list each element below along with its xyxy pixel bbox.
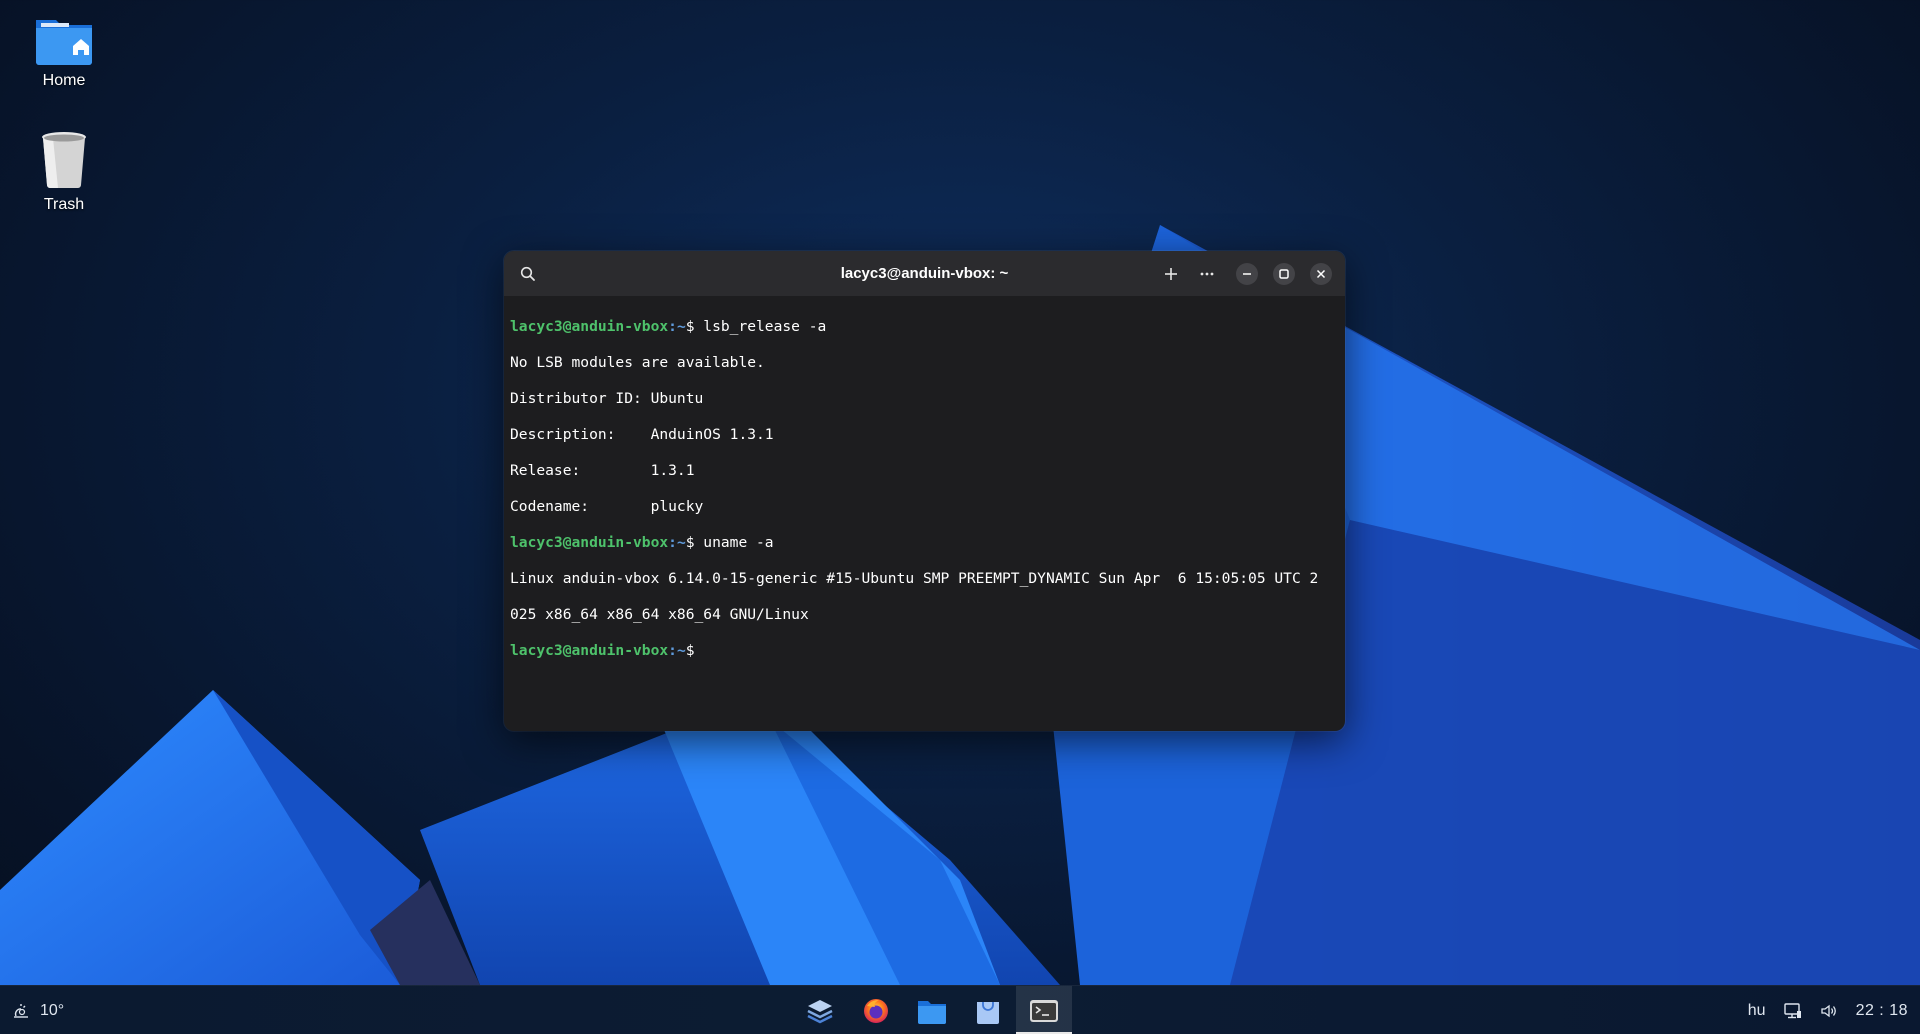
temperature: 10° xyxy=(40,1001,65,1019)
clock[interactable]: 22 : 18 xyxy=(1847,986,1920,1034)
search-icon xyxy=(520,266,535,281)
taskbar-apps xyxy=(792,986,1072,1034)
maximize-icon xyxy=(1279,269,1289,279)
titlebar[interactable]: lacyc3@anduin-vbox: ~ xyxy=(504,251,1345,296)
volume-indicator[interactable] xyxy=(1811,986,1847,1034)
new-tab-button[interactable] xyxy=(1157,260,1185,288)
taskbar-app-terminal[interactable] xyxy=(1016,986,1072,1034)
taskbar: 10° hu 22: 18 xyxy=(0,985,1920,1034)
keyboard-layout-indicator[interactable]: hu xyxy=(1739,986,1775,1034)
terminal-line: Release: 1.3.1 xyxy=(510,462,695,479)
more-icon xyxy=(1200,272,1214,276)
network-indicator[interactable] xyxy=(1775,986,1811,1034)
plus-icon xyxy=(1165,268,1177,280)
desktop-icon-home[interactable]: Home xyxy=(9,14,119,90)
close-icon xyxy=(1316,269,1326,279)
minimize-icon xyxy=(1243,273,1251,275)
network-icon xyxy=(1783,1002,1801,1018)
command-text: $ xyxy=(685,642,695,659)
prompt-user: lacyc3@anduin-vbox xyxy=(510,642,669,659)
search-button[interactable] xyxy=(514,260,542,288)
terminal-line: Description: AnduinOS 1.3.1 xyxy=(510,426,774,443)
stack-icon xyxy=(807,999,833,1023)
weather-icon xyxy=(14,1003,28,1018)
prompt-path: :~ xyxy=(668,534,686,551)
terminal-output[interactable]: lacyc3@anduin-vbox:~$ lsb_release -a No … xyxy=(504,296,1345,700)
close-button[interactable] xyxy=(1310,263,1332,285)
terminal-line: Linux anduin-vbox 6.14.0-15-generic #15-… xyxy=(510,570,1319,587)
terminal-line: lacyc3@anduin-vbox:~$ lsb_release -a xyxy=(510,318,1339,336)
store-icon xyxy=(977,1001,999,1024)
menu-button[interactable] xyxy=(1193,260,1221,288)
terminal-line: 025 x86_64 x86_64 x86_64 GNU/Linux xyxy=(510,606,809,623)
taskbar-app-store[interactable] xyxy=(960,986,1016,1034)
taskbar-app-firefox[interactable] xyxy=(848,986,904,1034)
desktop-icon-trash[interactable]: Trash xyxy=(9,130,119,214)
weather-widget[interactable]: 10° xyxy=(12,986,64,1034)
terminal-line: lacyc3@anduin-vbox:~$ uname -a xyxy=(510,534,1339,552)
terminal-window[interactable]: lacyc3@anduin-vbox: ~ lacyc3@anduin-vbox… xyxy=(504,251,1345,731)
files-icon xyxy=(918,1000,946,1024)
command-text: $ uname -a xyxy=(685,534,774,551)
trash-icon xyxy=(42,132,86,188)
home-folder-icon xyxy=(36,20,92,65)
firefox-icon xyxy=(864,998,888,1023)
command-text: $ lsb_release -a xyxy=(685,318,827,335)
terminal-line: lacyc3@anduin-vbox:~$ xyxy=(510,642,1339,660)
desktop-icon-label: Home xyxy=(42,72,86,89)
prompt-path: :~ xyxy=(668,642,686,659)
terminal-line: Distributor ID: Ubuntu xyxy=(510,390,704,407)
prompt-user: lacyc3@anduin-vbox xyxy=(510,318,669,335)
maximize-button[interactable] xyxy=(1273,263,1295,285)
prompt-path: :~ xyxy=(668,318,686,335)
desktop-icon-label: Trash xyxy=(43,196,85,213)
prompt-user: lacyc3@anduin-vbox xyxy=(510,534,669,551)
taskbar-app-files[interactable] xyxy=(904,986,960,1034)
minimize-button[interactable] xyxy=(1236,263,1258,285)
volume-icon xyxy=(1820,1004,1836,1017)
terminal-line: Codename: plucky xyxy=(510,498,704,515)
system-tray: hu 22 : 18 xyxy=(1739,986,1920,1034)
terminal-line: No LSB modules are available. xyxy=(510,354,765,371)
taskbar-app-launcher[interactable] xyxy=(792,986,848,1034)
terminal-icon xyxy=(1030,999,1058,1022)
